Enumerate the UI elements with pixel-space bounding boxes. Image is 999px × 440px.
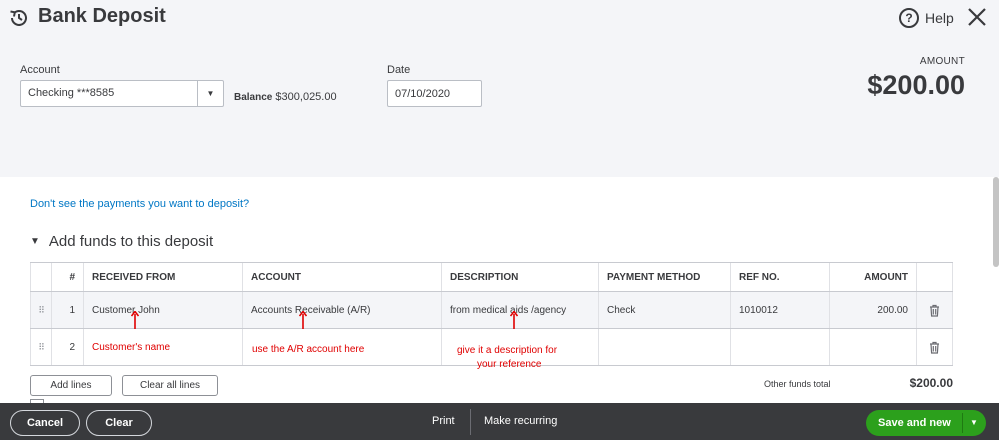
trash-icon[interactable]	[917, 292, 953, 328]
column-header-num: #	[52, 263, 84, 291]
annotation-description-1: give it a description for	[457, 345, 558, 356]
column-header-account: ACCOUNT	[243, 263, 442, 291]
column-header-description: DESCRIPTION	[442, 263, 599, 291]
account-select[interactable]: Checking ***8585 ▼	[20, 80, 224, 107]
deposit-form-header: Account Checking ***8585 ▼ Balance $300,…	[0, 40, 999, 177]
close-icon[interactable]	[966, 6, 988, 28]
account-label: Account	[20, 64, 60, 76]
section-title: Add funds to this deposit	[48, 233, 214, 250]
payment-method-cell[interactable]	[599, 329, 731, 365]
payment-method-cell[interactable]: Check	[599, 292, 731, 328]
table-row[interactable]: ⠿ 1 Customer John Accounts Receivable (A…	[30, 292, 953, 329]
add-funds-section-toggle[interactable]: ▼ Add funds to this deposit	[30, 233, 213, 250]
save-and-new-button[interactable]: Save and new ▼	[866, 410, 986, 436]
drag-handle-icon[interactable]: ⠿	[30, 329, 52, 365]
received-from-cell[interactable]: Customer John	[84, 292, 243, 328]
row-number: 1	[52, 292, 84, 328]
annotation-account: use the A/R account here	[252, 344, 365, 355]
account-cell[interactable]: Accounts Receivable (A/R)	[243, 292, 442, 328]
collapse-triangle-icon: ▼	[30, 236, 40, 247]
deposit-body: Don't see the payments you want to depos…	[0, 177, 999, 405]
dialog-footer: Cancel Clear Print Make recurring Save a…	[0, 403, 999, 440]
save-and-new-label: Save and new	[878, 417, 951, 429]
ref-no-cell[interactable]: 1010012	[731, 292, 830, 328]
other-funds-total: $200.00	[909, 376, 953, 390]
account-value: Checking ***8585	[28, 87, 115, 99]
amount-total: $200.00	[867, 70, 965, 100]
payments-link[interactable]: Don't see the payments you want to depos…	[30, 198, 249, 210]
caret-down-icon[interactable]: ▼	[197, 81, 223, 106]
trash-icon[interactable]	[917, 329, 953, 365]
ref-no-cell[interactable]	[731, 329, 830, 365]
footer-divider	[470, 409, 471, 435]
column-header-payment-method: PAYMENT METHOD	[599, 263, 731, 291]
clear-button[interactable]: Clear	[86, 410, 152, 436]
balance-value: $300,025.00	[275, 91, 337, 103]
dialog-header: Bank Deposit ? Help	[0, 0, 999, 40]
description-cell[interactable]: from medical aids /agency	[442, 292, 599, 328]
trash-column-header	[917, 263, 953, 291]
print-button[interactable]: Print	[432, 415, 455, 427]
column-header-ref-no: REF NO.	[731, 263, 830, 291]
help-icon: ?	[899, 8, 919, 28]
account-balance: Balance $300,025.00	[234, 91, 337, 103]
annotation-arrow-icon	[131, 311, 139, 329]
cancel-button[interactable]: Cancel	[10, 410, 80, 436]
annotation-description-2: your reference	[477, 359, 542, 370]
clear-all-lines-button[interactable]: Clear all lines	[122, 375, 218, 396]
date-field[interactable]: 07/10/2020	[387, 80, 482, 107]
amount-cell[interactable]	[830, 329, 917, 365]
make-recurring-button[interactable]: Make recurring	[484, 415, 557, 427]
chevron-down-icon[interactable]: ▼	[970, 418, 978, 427]
column-header-amount: AMOUNT	[830, 263, 917, 291]
date-label: Date	[387, 64, 411, 76]
table-header-row: # RECEIVED FROM ACCOUNT DESCRIPTION PAYM…	[30, 263, 953, 292]
history-icon[interactable]	[8, 7, 30, 29]
annotation-arrow-icon	[510, 311, 518, 329]
drag-handle-icon[interactable]: ⠿	[30, 292, 52, 328]
amount-cell[interactable]: 200.00	[830, 292, 917, 328]
balance-label: Balance	[234, 92, 273, 103]
scrollbar[interactable]	[993, 177, 999, 267]
help-button[interactable]: ? Help	[899, 8, 954, 28]
drag-column-header	[30, 263, 52, 291]
column-header-received-from: RECEIVED FROM	[84, 263, 243, 291]
annotation-customer: Customer's name	[92, 342, 171, 353]
page-title: Bank Deposit	[38, 5, 166, 27]
add-lines-button[interactable]: Add lines	[30, 375, 112, 396]
help-label: Help	[925, 10, 954, 26]
row-number: 2	[52, 329, 84, 365]
other-funds-label: Other funds total	[764, 379, 831, 389]
amount-label: AMOUNT	[919, 56, 965, 67]
annotation-arrow-icon	[299, 311, 307, 329]
save-split-divider	[962, 413, 963, 433]
